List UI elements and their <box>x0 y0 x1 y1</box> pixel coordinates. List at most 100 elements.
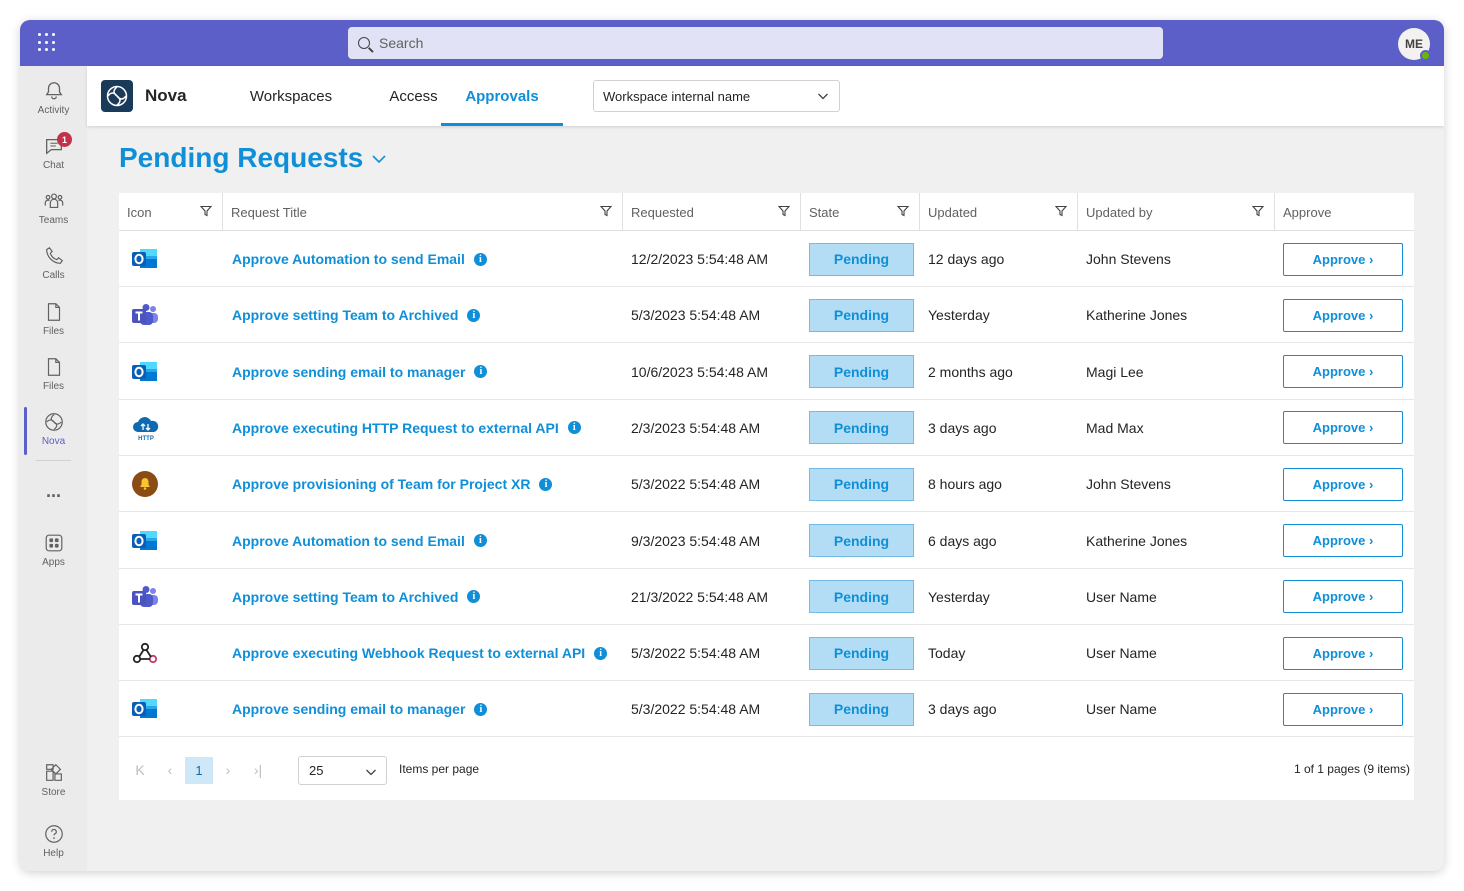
approve-button[interactable]: Approve › <box>1283 580 1403 614</box>
previous-page-icon[interactable]: ‹ <box>160 758 180 782</box>
approve-cell: Approve › <box>1283 344 1403 400</box>
bell-icon <box>44 82 63 100</box>
status-badge: Pending <box>809 467 914 501</box>
rail-item-teams[interactable]: Teams <box>20 186 87 236</box>
status-badge: Pending <box>809 524 914 557</box>
more-apps-button[interactable]: ... <box>20 476 87 526</box>
next-page-icon[interactable]: › <box>218 758 238 782</box>
approve-button[interactable]: Approve › <box>1283 524 1403 557</box>
approve-button[interactable]: Approve › <box>1283 355 1403 389</box>
info-icon[interactable]: i <box>474 365 488 379</box>
filter-icon[interactable] <box>897 205 909 217</box>
workspace-dropdown[interactable]: Workspace internal name <box>593 80 840 112</box>
column-header-label: Icon <box>127 204 152 220</box>
filter-icon[interactable] <box>1252 205 1264 217</box>
request-title-link[interactable]: Approve setting Team to Archived i <box>232 569 481 625</box>
request-title-text: Approve Automation to send Email <box>232 251 465 267</box>
table-row: Approve Automation to send Email i 9/3/202… <box>119 513 1414 569</box>
approve-cell: Approve › <box>1283 400 1403 456</box>
column-header-requested[interactable]: Requested <box>623 193 801 231</box>
info-icon[interactable]: i <box>567 421 581 435</box>
rail-item-store[interactable]: Store <box>20 758 87 808</box>
rail-item-activity[interactable]: Activity <box>20 76 87 126</box>
store-icon <box>45 763 62 781</box>
state-cell: Pending <box>809 681 914 737</box>
rail-item-label: Files <box>42 381 65 392</box>
request-title-link[interactable]: Approve executing HTTP Request to extern… <box>232 400 581 456</box>
column-header-icon[interactable]: Icon <box>119 193 223 231</box>
search-input[interactable] <box>379 35 1139 51</box>
requested-date: 21/3/2022 5:54:48 AM <box>631 588 768 605</box>
approve-button[interactable]: Approve › <box>1283 692 1403 726</box>
tab-workspaces[interactable]: Workspaces <box>230 66 352 126</box>
request-title-link[interactable]: Approve provisioning of Team for Project… <box>232 456 553 512</box>
column-header-request-title[interactable]: Request Title <box>223 193 623 231</box>
rail-item-nova[interactable]: Nova <box>20 407 87 457</box>
info-icon[interactable]: i <box>467 590 481 604</box>
teams-window: ME Activity 1 Chat Teams Calls Files Fi <box>20 20 1444 871</box>
rail-item-calls[interactable]: Calls <box>20 241 87 291</box>
rail-item-label: Store <box>41 787 66 798</box>
column-header-state[interactable]: State <box>801 193 920 231</box>
avatar-initials: ME <box>1405 37 1423 51</box>
approve-button[interactable]: Approve › <box>1283 242 1403 276</box>
avatar[interactable]: ME <box>1398 28 1431 61</box>
approve-button[interactable]: Approve › <box>1283 467 1403 501</box>
approve-button[interactable]: Approve › <box>1283 411 1403 445</box>
column-header-updated[interactable]: Updated <box>920 193 1078 231</box>
rail-item-files[interactable]: Files <box>20 297 87 347</box>
top-bar: ME <box>20 20 1444 66</box>
approve-cell: Approve › <box>1283 681 1403 737</box>
rail-item-apps[interactable]: Apps <box>20 528 87 578</box>
status-badge: Pending <box>809 692 914 726</box>
request-title-link[interactable]: Approve Automation to send Email i <box>232 513 487 569</box>
page-number-button[interactable]: 1 <box>185 757 213 784</box>
approve-button[interactable]: Approve › <box>1283 636 1403 670</box>
filter-icon[interactable] <box>200 205 212 217</box>
state-cell: Pending <box>809 456 914 512</box>
request-title-text: Approve sending email to manager <box>232 363 466 380</box>
updated-time: Today <box>928 645 966 662</box>
info-icon[interactable]: i <box>474 702 488 716</box>
request-title-link[interactable]: Approve sending email to manager i <box>232 344 488 400</box>
rail-item-help[interactable]: Help <box>20 819 87 869</box>
status-badge: Pending <box>809 355 914 389</box>
first-page-icon[interactable]: K <box>130 758 150 782</box>
filter-icon[interactable] <box>778 205 790 217</box>
info-icon[interactable]: i <box>473 252 487 266</box>
request-title-link[interactable]: Approve executing Webhook Request to ext… <box>232 625 608 681</box>
approve-button[interactable]: Approve › <box>1283 298 1403 332</box>
info-icon[interactable]: i <box>594 646 608 660</box>
presence-available-icon <box>1420 50 1431 61</box>
outlook-icon <box>131 344 161 400</box>
approve-cell: Approve › <box>1283 231 1403 287</box>
search-box[interactable] <box>348 27 1163 59</box>
table-header: Icon Request Title Requested State Updated Up… <box>119 193 1414 231</box>
column-header-updated-by[interactable]: Updated by <box>1078 193 1275 231</box>
filter-icon[interactable] <box>600 205 612 217</box>
rail-item-files-2[interactable]: Files <box>20 352 87 402</box>
updated-by: User Name <box>1086 645 1157 662</box>
requested-date: 5/3/2023 5:54:48 AM <box>631 307 761 324</box>
page-size-dropdown[interactable]: 25 <box>298 756 387 785</box>
request-title-link[interactable]: Approve sending email to manager i <box>232 681 488 737</box>
app-launcher-icon[interactable] <box>38 33 58 53</box>
info-icon[interactable]: i <box>473 534 487 547</box>
request-title-link[interactable]: Approve setting Team to Archived i <box>232 287 481 343</box>
info-icon[interactable]: i <box>539 477 553 491</box>
chat-badge: 1 <box>57 132 72 147</box>
filter-icon[interactable] <box>1055 205 1067 217</box>
column-header-approve[interactable]: Approve <box>1275 193 1414 231</box>
table-row: Approve setting Team to Archived i 21/3/20… <box>119 569 1414 625</box>
request-title-link[interactable]: Approve Automation to send Email i <box>232 231 487 287</box>
last-page-icon[interactable]: ›| <box>248 758 268 782</box>
info-icon[interactable]: i <box>467 308 481 322</box>
rail-item-chat[interactable]: 1 Chat <box>20 131 87 181</box>
state-cell: Pending <box>809 513 914 569</box>
requested-date: 5/3/2022 5:54:48 AM <box>631 645 761 662</box>
page-title[interactable]: Pending Requests <box>119 142 387 174</box>
workspace-dropdown-value: Workspace internal name <box>603 88 751 104</box>
tab-approvals[interactable]: Approvals <box>441 66 563 126</box>
approve-cell: Approve › <box>1283 513 1403 569</box>
outlook-icon <box>131 681 161 737</box>
